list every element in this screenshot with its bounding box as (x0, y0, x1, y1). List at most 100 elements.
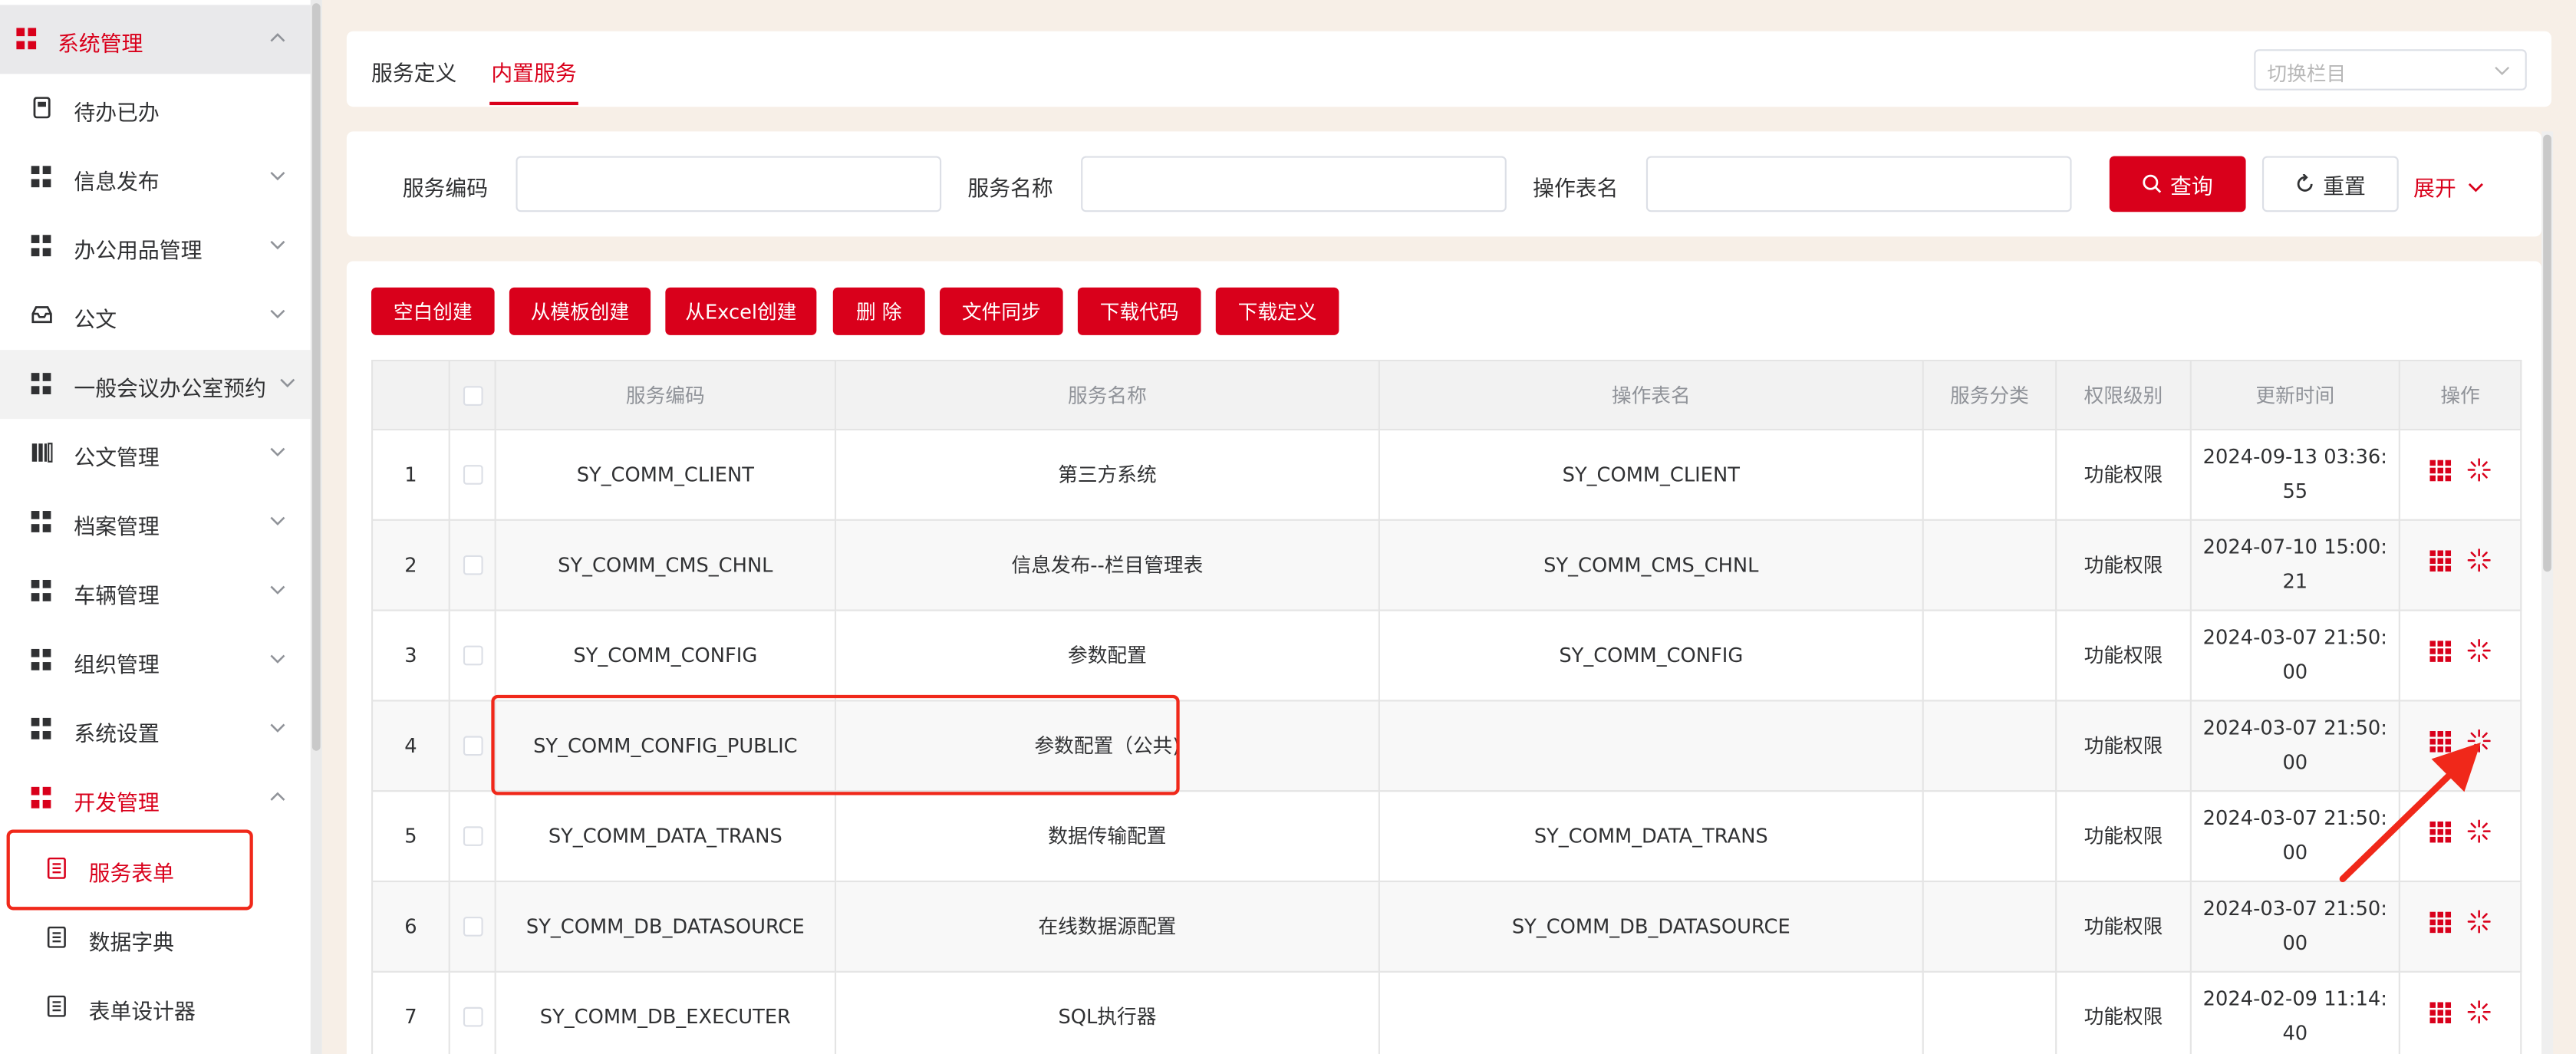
permission-cell: 功能权限 (2055, 790, 2192, 883)
header-table-name[interactable]: 操作表名 (1378, 360, 1924, 431)
row-checkbox[interactable] (462, 465, 483, 485)
service-name-cell: SQL执行器 (834, 970, 1380, 1054)
sidebar-item-system-management[interactable]: 系统管理 (0, 5, 311, 74)
tab-builtin-service[interactable]: 内置服务 (491, 56, 576, 87)
header-service-name[interactable]: 服务名称 (834, 360, 1380, 431)
table-row[interactable]: 5 SY_COMM_DATA_TRANS 数据传输配置 SY_COMM_DATA_TR… (371, 790, 2522, 883)
row-checkbox-cell[interactable] (448, 700, 496, 792)
loading-spinner-icon[interactable] (2467, 910, 2491, 934)
tab-service-definition[interactable]: 服务定义 (371, 56, 456, 87)
grid-icon (31, 166, 53, 187)
sidebar-item-data-dictionary[interactable]: 数据字典 (0, 904, 311, 973)
table-row[interactable]: 7 SY_COMM_DB_EXECUTER SQL执行器 功能权限 2024-02-09… (371, 970, 2522, 1054)
table-name-cell: SY_COMM_CMS_CHNL (1378, 519, 1924, 611)
sidebar-item-info-publish[interactable]: 信息发布 (0, 143, 311, 212)
table-name-input[interactable] (1645, 156, 2072, 212)
create-from-template-button[interactable]: 从模板创建 (509, 287, 651, 335)
chevron-down-icon (270, 585, 285, 595)
loading-spinner-icon[interactable] (2467, 458, 2491, 482)
grid-view-icon[interactable] (2429, 459, 2452, 481)
sidebar-item-form-designer[interactable]: 表单设计器 (0, 973, 311, 1042)
header-category[interactable]: 服务分类 (1922, 360, 2057, 431)
grid-icon (31, 648, 53, 670)
create-blank-button[interactable]: 空白创建 (371, 287, 495, 335)
annotation-box-sidebar (6, 829, 253, 911)
service-code-input[interactable] (516, 156, 942, 212)
row-index-cell: 1 (371, 428, 450, 521)
column-switch-select[interactable]: 切换栏目 (2254, 49, 2527, 91)
table-row[interactable]: 6 SY_COMM_DB_DATASOURCE 在线数据源配置 SY_COMM_DB_… (371, 880, 2522, 973)
grid-view-icon[interactable] (2429, 1001, 2452, 1023)
header-updated-time[interactable]: 更新时间 (2189, 360, 2400, 431)
content-scrollbar[interactable] (2541, 131, 2554, 1054)
sidebar-item-label: 待办已办 (74, 101, 160, 127)
row-checkbox-cell[interactable] (448, 519, 496, 611)
download-code-button[interactable]: 下载代码 (1077, 287, 1201, 335)
delete-button[interactable]: 删 除 (832, 287, 925, 335)
grid-view-icon[interactable] (2429, 640, 2452, 661)
row-checkbox-cell[interactable] (448, 970, 496, 1054)
table-row[interactable]: 3 SY_COMM_CONFIG 参数配置 SY_COMM_CONFIG 功能权限 202… (371, 609, 2522, 702)
content-scrollbar-thumb[interactable] (2543, 134, 2551, 572)
row-checkbox-cell[interactable] (448, 428, 496, 521)
loading-spinner-icon[interactable] (2467, 548, 2491, 572)
row-checkbox-cell[interactable] (448, 609, 496, 702)
chevron-down-icon (280, 378, 295, 388)
header-actions: 操作 (2398, 360, 2522, 431)
table-name-cell (1378, 700, 1924, 792)
sidebar-item-archive[interactable]: 档案管理 (0, 488, 311, 557)
expand-label: 展开 (2413, 177, 2456, 203)
row-checkbox[interactable] (462, 555, 483, 575)
sidebar-scrollbar-thumb[interactable] (311, 3, 321, 751)
sidebar-item-vehicle[interactable]: 车辆管理 (0, 557, 311, 626)
header-service-code[interactable]: 服务编码 (494, 360, 837, 431)
select-all-checkbox[interactable] (462, 386, 483, 406)
row-actions (2429, 458, 2491, 482)
download-definition-button[interactable]: 下载定义 (1215, 287, 1339, 335)
updated-time-cell: 2024-03-07 21:50:00 (2189, 609, 2400, 702)
sidebar-item-system-settings[interactable]: 系统设置 (0, 695, 311, 764)
row-checkbox-cell[interactable] (448, 880, 496, 973)
sidebar-item-doc-management[interactable]: 公文管理 (0, 419, 311, 488)
service-code-cell: SY_COMM_CLIENT (494, 428, 837, 521)
row-checkbox[interactable] (462, 645, 483, 666)
table-row[interactable]: 1 SY_COMM_CLIENT 第三方系统 SY_COMM_CLIENT 功能权限 20… (371, 428, 2522, 521)
sidebar-item-dev-management[interactable]: 开发管理 (0, 764, 311, 833)
sidebar-item-organization[interactable]: 组织管理 (0, 626, 311, 695)
header-permission[interactable]: 权限级别 (2055, 360, 2192, 431)
row-checkbox[interactable] (462, 826, 483, 846)
row-index-cell: 6 (371, 880, 450, 973)
form-icon (47, 926, 66, 948)
table-name-cell: SY_COMM_CLIENT (1378, 428, 1924, 521)
sidebar-item-label: 办公用品管理 (74, 239, 203, 265)
sidebar-item-label: 系统管理 (57, 32, 143, 58)
service-name-input[interactable] (1081, 156, 1507, 212)
file-sync-button[interactable]: 文件同步 (939, 287, 1063, 335)
row-checkbox[interactable] (462, 1006, 483, 1027)
bar-chart-icon (31, 443, 53, 463)
loading-spinner-icon[interactable] (2467, 1000, 2491, 1024)
loading-spinner-icon[interactable] (2467, 639, 2491, 663)
permission-cell: 功能权限 (2055, 519, 2192, 611)
tabs-panel (346, 31, 2551, 107)
annotation-arrow (2339, 743, 2481, 883)
sidebar-item-todo[interactable]: 待办已办 (0, 74, 311, 143)
sidebar-item-official-doc[interactable]: 公文 (0, 281, 311, 350)
grid-view-icon[interactable] (2429, 911, 2452, 933)
row-checkbox[interactable] (462, 736, 483, 756)
expand-toggle[interactable]: 展开 (2413, 171, 2484, 203)
sidebar-item-label: 开发管理 (74, 792, 160, 817)
grid-view-icon[interactable] (2429, 549, 2452, 571)
actions-cell (2398, 609, 2522, 702)
row-checkbox[interactable] (462, 917, 483, 937)
table-row[interactable]: 2 SY_COMM_CMS_CHNL 信息发布--栏目管理表 SY_COMM_CMS_… (371, 519, 2522, 611)
sidebar-item-meeting-room[interactable]: 一般会议办公室预约 (0, 350, 311, 420)
category-cell (1922, 519, 2057, 611)
row-checkbox-cell[interactable] (448, 790, 496, 883)
header-select-all[interactable] (448, 360, 496, 431)
create-from-excel-button[interactable]: 从Excel创建 (665, 287, 817, 335)
sidebar-item-office-supplies[interactable]: 办公用品管理 (0, 212, 311, 281)
reset-button[interactable]: 重置 (2261, 156, 2399, 212)
sidebar-item-label: 信息发布 (74, 170, 160, 196)
search-button[interactable]: 查询 (2109, 156, 2246, 212)
